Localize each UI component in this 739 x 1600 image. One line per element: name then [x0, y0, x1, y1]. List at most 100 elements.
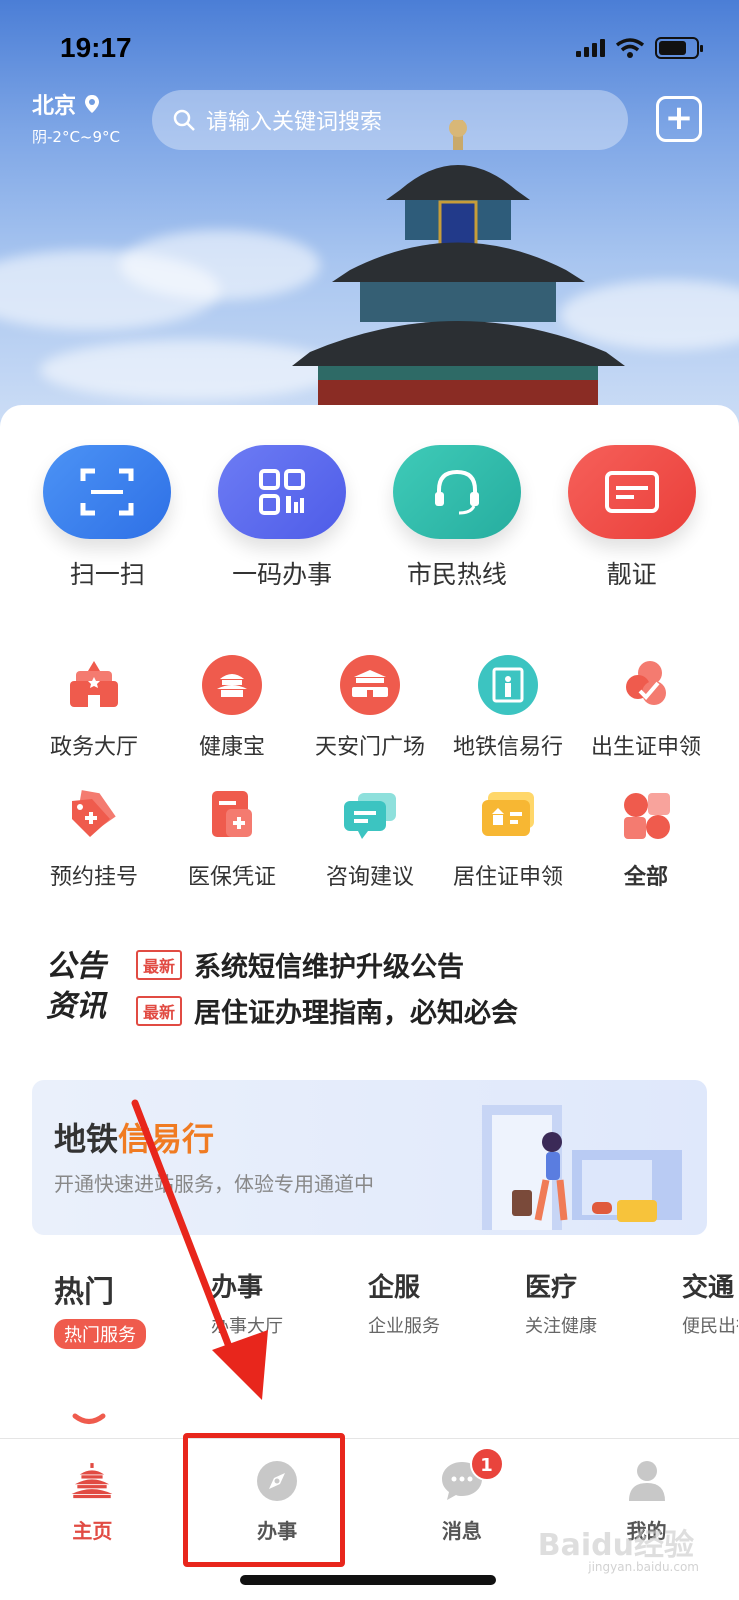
status-time: 19:17	[60, 32, 132, 63]
add-button[interactable]: +	[656, 96, 702, 142]
tab-transport[interactable]: 交通 便民出行	[658, 1267, 738, 1349]
active-tab-indicator	[72, 1413, 106, 1424]
tiananmen-icon	[340, 655, 400, 715]
location-pin-icon	[85, 95, 100, 113]
consult-icon	[340, 785, 400, 845]
services-grid: 政务大厅 健康宝 天安门广场 地铁信易行 出生证申领 预约挂号 医保凭证 咨询建…	[25, 655, 715, 891]
search-icon	[173, 109, 195, 131]
tab-hot[interactable]: 热门 热门服务	[30, 1267, 187, 1349]
unread-badge: 1	[469, 1447, 504, 1481]
quick-action-label: 靓证	[606, 560, 657, 589]
quick-action-scan[interactable]: 扫一扫	[32, 445, 182, 591]
notice-logo-line: 资讯	[46, 989, 106, 1024]
notice-logo-line: 公告	[46, 949, 106, 984]
service-label: 健康宝	[198, 735, 265, 760]
notice-item[interactable]: 最新 居住证办理指南，必知必会	[136, 991, 518, 1030]
wifi-icon	[615, 38, 645, 58]
service-residence-permit[interactable]: 居住证申领	[439, 785, 577, 891]
city-name: 北京	[32, 94, 77, 119]
birth-certificate-icon	[616, 655, 676, 715]
tab-title: 办事	[211, 1273, 264, 1303]
all-services-icon	[616, 785, 676, 845]
scan-icon	[43, 445, 172, 539]
service-label: 政务大厅	[49, 735, 138, 760]
tab-subtitle: 关注健康	[525, 1316, 597, 1337]
status-bar: 19:17	[60, 28, 703, 68]
tab-title: 医疗	[525, 1273, 578, 1303]
service-appointment[interactable]: 预约挂号	[25, 785, 163, 891]
tab-title: 热门	[54, 1275, 114, 1310]
content-card: 扫一扫 一码办事 市民热线 靓证 政务大厅 健康宝 天安门广场 地铁信易行 出生…	[0, 405, 739, 1440]
service-medical-insurance[interactable]: 医保凭证	[163, 785, 301, 891]
quick-action-hotline[interactable]: 市民热线	[382, 445, 532, 591]
highlight-box	[183, 1433, 345, 1567]
nav-label: 主页	[72, 1519, 113, 1543]
subway-gate-icon	[478, 655, 538, 715]
quick-action-label: 扫一扫	[69, 560, 145, 589]
medical-insurance-icon	[202, 785, 262, 845]
appointment-icon	[64, 785, 124, 845]
service-consult[interactable]: 咨询建议	[301, 785, 439, 891]
service-label: 预约挂号	[49, 865, 138, 890]
temple-home-icon	[70, 1459, 114, 1503]
government-hall-icon	[64, 655, 124, 715]
subway-banner[interactable]: 地铁信易行 开通快速进站服务，体验专用通道中	[32, 1080, 707, 1235]
tab-subtitle: 便民出行	[682, 1316, 738, 1337]
notice-item[interactable]: 最新 系统短信维护升级公告	[136, 945, 464, 984]
service-government-hall[interactable]: 政务大厅	[25, 655, 163, 761]
tab-medical[interactable]: 医疗 关注健康	[501, 1267, 658, 1349]
tab-enterprise[interactable]: 企服 企业服务	[344, 1267, 501, 1349]
qr-code-icon	[218, 445, 347, 539]
temple-of-heaven-image	[292, 120, 625, 440]
headset-icon	[392, 445, 521, 539]
service-label: 全部	[623, 865, 668, 890]
service-all[interactable]: 全部	[577, 785, 715, 891]
service-tiananmen[interactable]: 天安门广场	[301, 655, 439, 761]
tab-title: 交通	[682, 1273, 735, 1303]
nav-label: 消息	[441, 1519, 482, 1543]
service-birth-certificate[interactable]: 出生证申领	[577, 655, 715, 761]
header-hero: 19:17 北京 阴-2°C~9°C 请输入关键词搜索 +	[0, 0, 739, 440]
health-code-icon	[202, 655, 262, 715]
tab-subtitle: 企业服务	[368, 1316, 440, 1337]
service-label: 医保凭证	[187, 865, 276, 890]
quick-action-qr[interactable]: 一码办事	[207, 445, 357, 591]
traveler-illustration	[482, 1105, 682, 1230]
new-badge: 最新	[136, 995, 183, 1026]
quick-action-label: 市民热线	[406, 560, 507, 589]
notice-logo: 公告 资讯	[46, 947, 106, 1027]
battery-icon	[655, 37, 703, 59]
watermark-logo: Baidu经验	[537, 1528, 694, 1563]
tab-affairs[interactable]: 办事 办事大厅	[187, 1267, 344, 1349]
quick-action-certificate[interactable]: 靓证	[557, 445, 707, 591]
home-indicator[interactable]	[240, 1575, 496, 1585]
new-badge: 最新	[136, 949, 183, 980]
banner-title-accent: 信易行	[118, 1120, 215, 1158]
service-label: 出生证申领	[590, 735, 701, 760]
weather-text: 阴-2°C~9°C	[32, 128, 121, 146]
signal-icon	[576, 39, 605, 57]
tab-subtitle: 热门服务	[54, 1319, 146, 1349]
service-label: 咨询建议	[325, 865, 414, 890]
banner-title-plain: 地铁	[54, 1120, 119, 1158]
location-weather[interactable]: 北京 阴-2°C~9°C	[32, 88, 120, 147]
service-subway[interactable]: 地铁信易行	[439, 655, 577, 761]
notice-title: 居住证办理指南，必知必会	[194, 998, 519, 1029]
user-icon	[625, 1459, 669, 1503]
category-tabs: 热门 热门服务 办事 办事大厅 企服 企业服务 医疗 关注健康 交通 便民出行	[30, 1267, 739, 1349]
watermark-url: jingyan.baidu.com	[588, 1560, 699, 1574]
service-health-code[interactable]: 健康宝	[163, 655, 301, 761]
notice-title: 系统短信维护升级公告	[194, 952, 465, 983]
service-label: 居住证申领	[452, 865, 563, 890]
tab-title: 企服	[368, 1273, 421, 1303]
service-label: 地铁信易行	[452, 735, 563, 760]
banner-subtitle: 开通快速进站服务，体验专用通道中	[54, 1172, 374, 1196]
tab-subtitle: 办事大厅	[211, 1316, 283, 1337]
banner-title: 地铁信易行	[54, 1114, 214, 1160]
nav-home[interactable]: 主页	[0, 1439, 185, 1600]
quick-actions: 扫一扫 一码办事 市民热线 靓证	[0, 445, 739, 591]
card-icon	[567, 445, 696, 539]
quick-action-label: 一码办事	[232, 560, 333, 589]
service-label: 天安门广场	[314, 735, 425, 760]
residence-permit-icon	[478, 785, 538, 845]
